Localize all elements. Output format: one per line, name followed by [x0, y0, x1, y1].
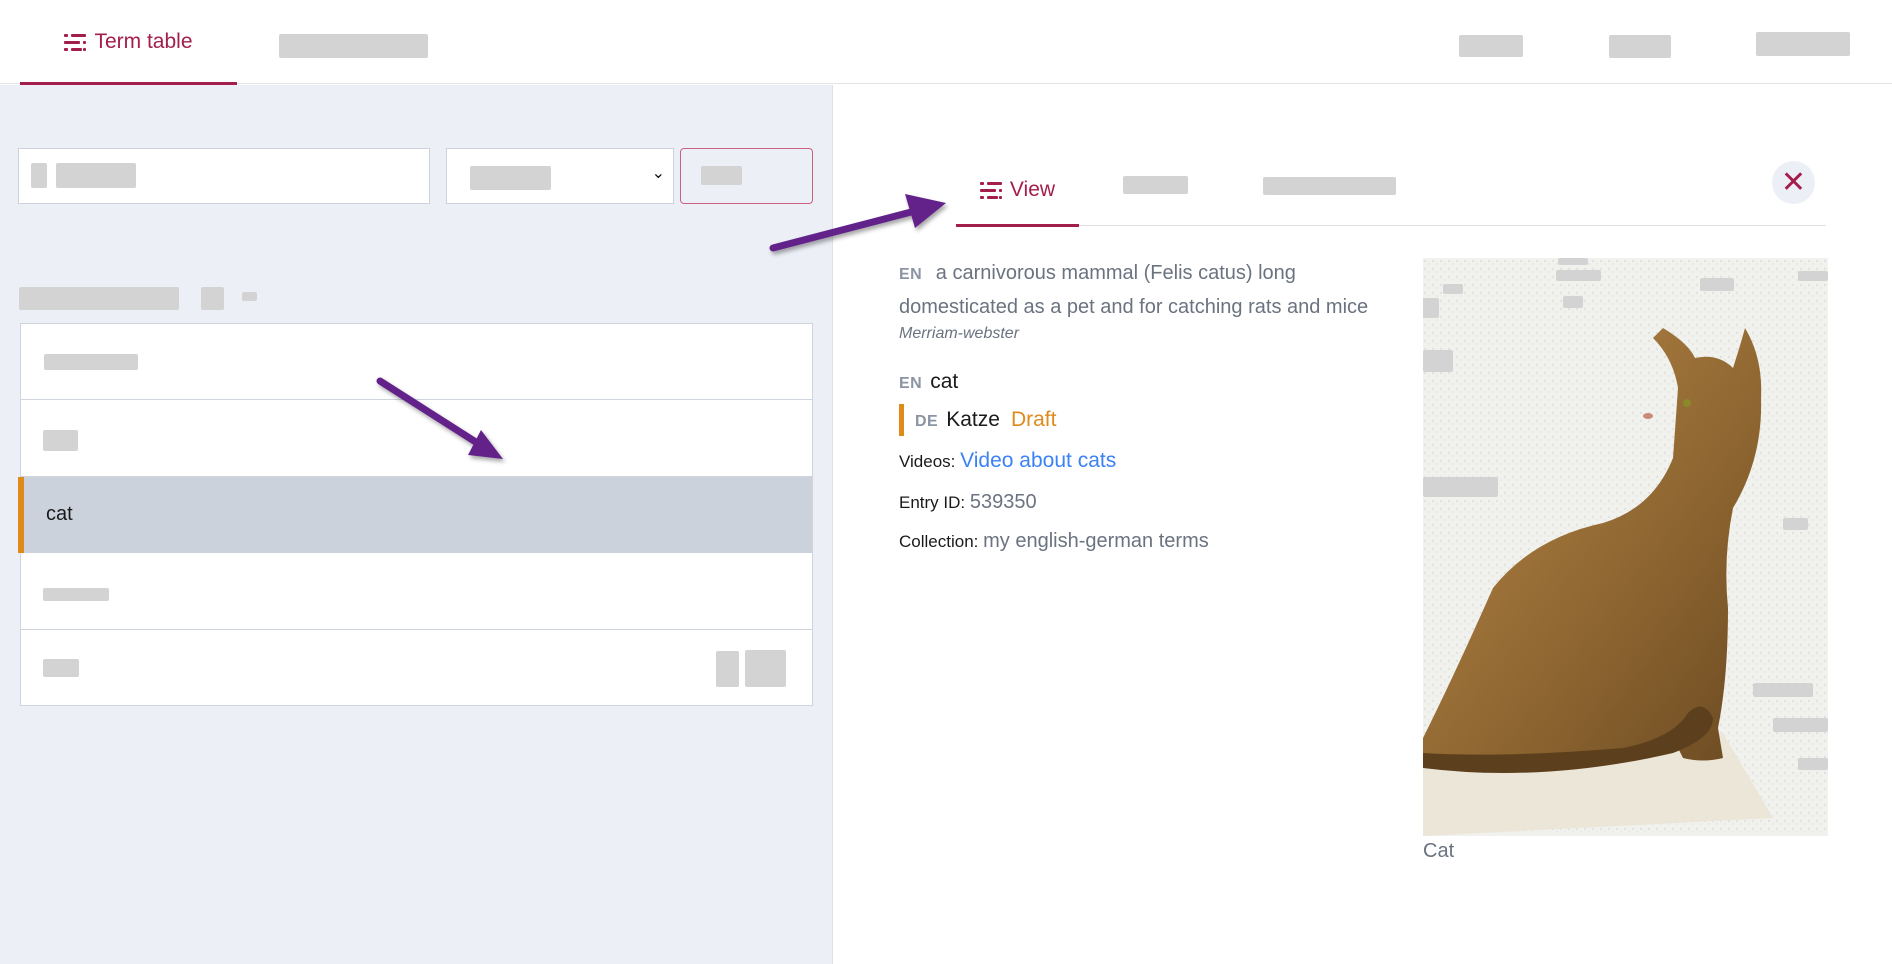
definition-text: a carnivorous mammal (Felis catus) long … — [899, 262, 1369, 318]
image-redaction — [1783, 518, 1808, 530]
filter-select-value — [470, 166, 551, 190]
term-detail-panel: View ✕ EN a carnivorous mammal (Felis ca… — [834, 85, 1892, 964]
close-button[interactable]: ✕ — [1772, 161, 1815, 204]
term-text: Katze — [946, 408, 1000, 431]
videos-field: Videos: Video about cats — [899, 449, 1399, 473]
tab-term-table-label: Term table — [94, 30, 193, 53]
detail-tabs: View — [956, 153, 1826, 227]
image-redaction — [1423, 350, 1453, 372]
list-item-label: cat — [46, 503, 73, 525]
definition: EN a carnivorous mammal (Felis catus) lo… — [899, 257, 1399, 323]
image-redaction — [1423, 298, 1439, 318]
term-list-panel: ⌄ cat — [0, 85, 833, 964]
results-badge — [242, 292, 257, 301]
image-redaction — [1798, 271, 1828, 281]
tab-redacted[interactable] — [279, 34, 428, 58]
list-item-label — [43, 430, 78, 451]
top-nav: Term table — [0, 0, 1892, 85]
nav-item-redacted-1[interactable] — [1459, 35, 1523, 57]
image-redaction — [1443, 284, 1463, 294]
nav-item-redacted-2[interactable] — [1609, 35, 1671, 58]
search-button-label — [701, 166, 742, 185]
chevron-down-icon: ⌄ — [651, 165, 665, 182]
search-icon — [31, 163, 47, 188]
term-en: EN cat — [899, 370, 1399, 394]
term-de: DE Katze Draft — [899, 404, 1399, 436]
list-icon — [979, 181, 1002, 199]
collection-label: Collection: — [899, 532, 979, 551]
videos-label: Videos: — [899, 452, 956, 471]
tab-redacted-2[interactable] — [1263, 177, 1396, 195]
term-lang: DE — [915, 413, 939, 430]
definition-lang: EN — [899, 266, 923, 283]
entry-id-value: 539350 — [969, 491, 1037, 513]
tab-view-label: View — [1009, 177, 1056, 201]
definition-source: Merriam-webster — [899, 325, 1020, 342]
list-item-label — [43, 588, 109, 601]
list-item[interactable] — [21, 324, 812, 400]
list-item-label — [44, 354, 138, 370]
tab-term-table[interactable]: Term table — [20, 0, 237, 85]
filter-select[interactable]: ⌄ — [446, 148, 674, 204]
close-icon: ✕ — [1780, 166, 1807, 199]
collection-field: Collection: my english-german terms — [899, 530, 1399, 553]
image-redaction — [1563, 296, 1583, 308]
image-redaction — [1773, 718, 1828, 732]
search-button[interactable] — [680, 148, 813, 204]
video-link[interactable]: Video about cats — [960, 449, 1116, 472]
nav-item-redacted-3[interactable] — [1756, 32, 1850, 56]
collection-value: my english-german terms — [983, 530, 1209, 552]
image-caption: Cat — [1423, 840, 1455, 862]
search-input[interactable] — [18, 148, 430, 204]
term-text: cat — [930, 370, 959, 393]
list-item-selected[interactable]: cat — [18, 477, 812, 553]
list-item-action-2[interactable] — [745, 650, 786, 687]
search-placeholder — [56, 163, 136, 188]
list-item-action-1[interactable] — [716, 651, 739, 687]
entry-id-label: Entry ID: — [899, 493, 966, 512]
list-icon — [64, 33, 87, 51]
term-details: EN a carnivorous mammal (Felis catus) lo… — [899, 257, 1399, 553]
term-lang: EN — [899, 375, 923, 392]
term-list: cat — [18, 323, 813, 706]
image-redaction — [1753, 683, 1813, 697]
list-item[interactable] — [21, 630, 812, 706]
entry-id-field: Entry ID: 539350 — [899, 491, 1399, 514]
cat-photo — [1423, 258, 1828, 836]
image-redaction — [1700, 278, 1734, 291]
term-image[interactable] — [1423, 258, 1828, 836]
list-item-label — [43, 659, 79, 677]
image-redaction — [1798, 758, 1828, 770]
results-heading — [19, 287, 179, 310]
image-redaction — [1556, 270, 1601, 281]
tab-redacted-1[interactable] — [1123, 176, 1188, 194]
tab-view[interactable]: View — [956, 153, 1079, 227]
status-badge: Draft — [1010, 408, 1057, 431]
image-redaction — [1558, 258, 1588, 265]
list-item[interactable] — [21, 554, 812, 630]
image-redaction — [1423, 477, 1498, 497]
results-count — [201, 287, 224, 310]
list-item[interactable] — [21, 401, 812, 477]
